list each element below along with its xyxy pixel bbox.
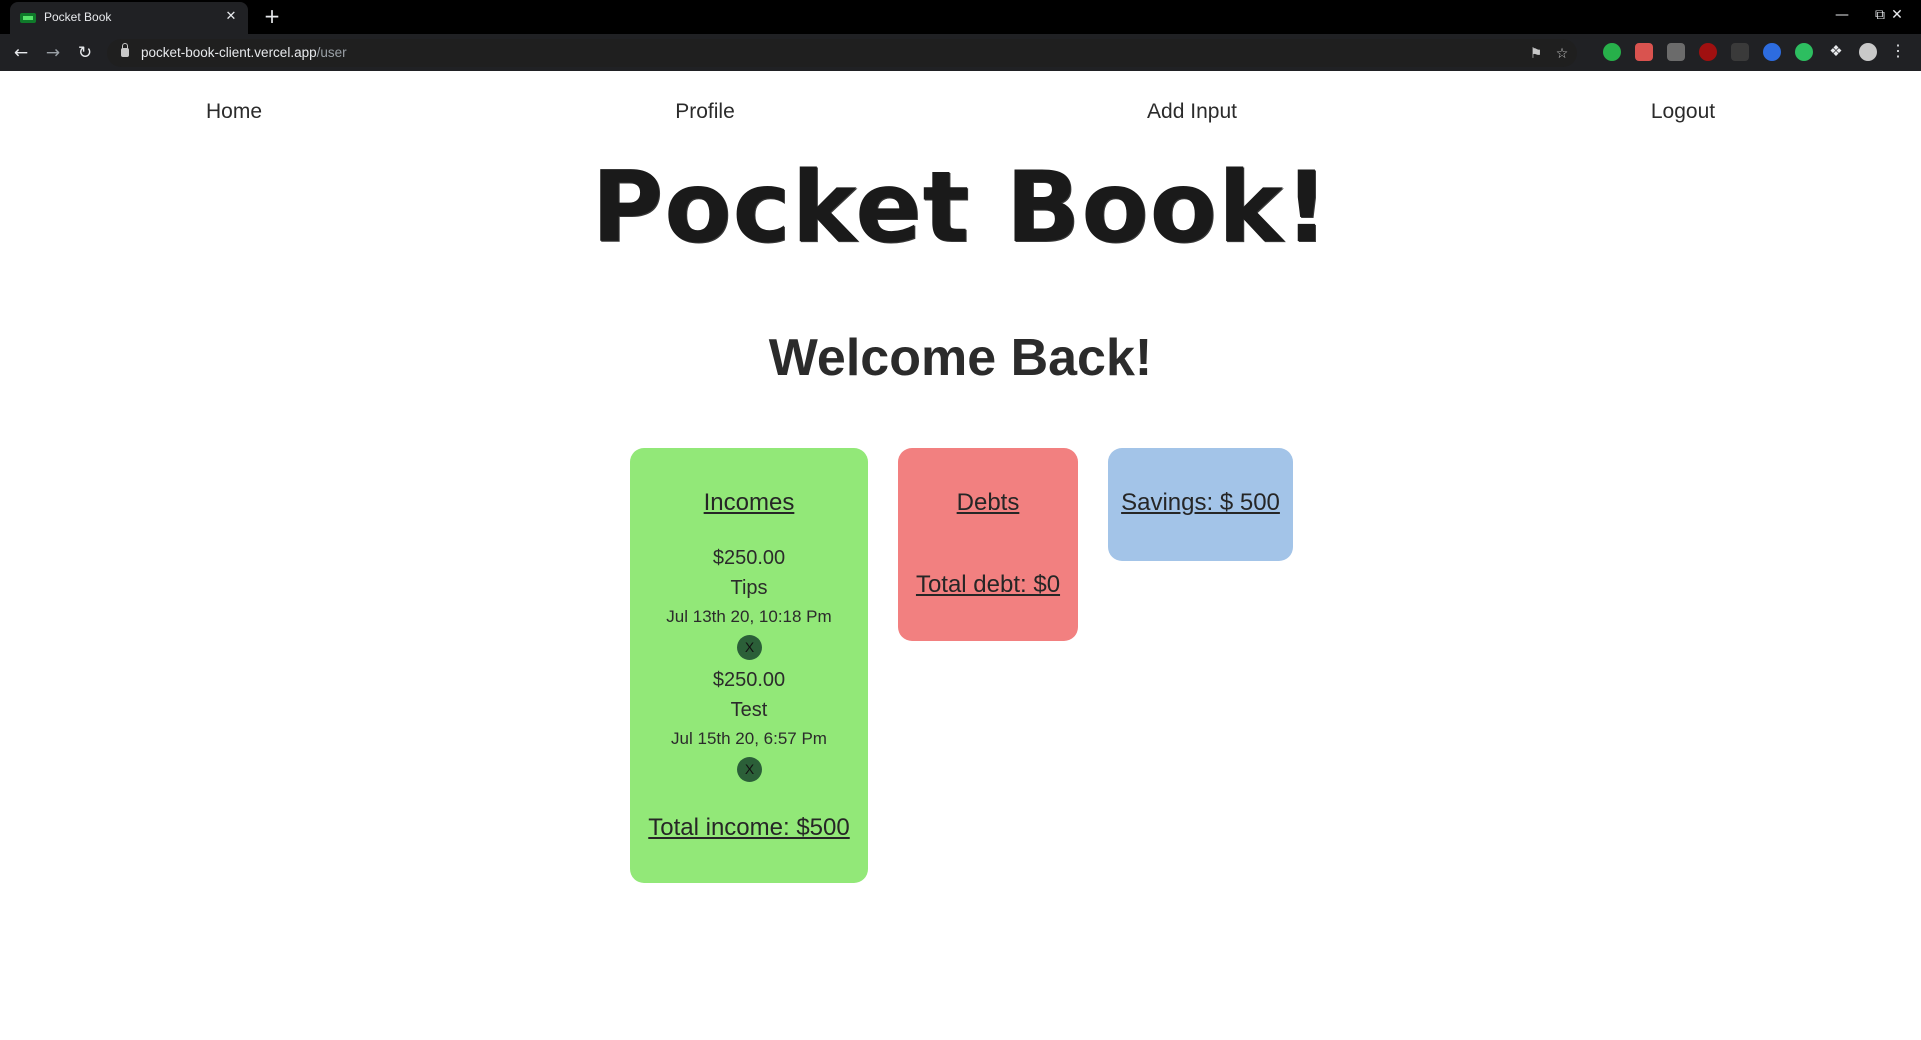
kebab-menu-icon[interactable]: ⋮ — [1889, 43, 1907, 61]
extension-tool-icon[interactable] — [1731, 43, 1749, 61]
star-icon[interactable]: ☆ — [1553, 45, 1571, 63]
brand-title: Pocket Book! — [591, 151, 1330, 265]
debts-card: Debts Total debt: $0 — [898, 448, 1078, 641]
nav-home-link[interactable]: Home — [206, 100, 262, 124]
delete-income-button[interactable]: X — [737, 757, 762, 782]
extension-ublock-icon[interactable] — [1699, 43, 1717, 61]
close-window-icon[interactable]: ✕ — [1877, 3, 1917, 27]
key-icon[interactable]: ⚑ — [1527, 45, 1545, 63]
new-tab-button[interactable]: + — [260, 5, 284, 29]
income-date: Jul 13th 20, 10:18 Pm — [666, 607, 832, 626]
welcome-heading: Welcome Back! — [768, 329, 1153, 387]
extension-green-icon[interactable] — [1603, 43, 1621, 61]
browser-tab-bar: Pocket Book ✕ + — ⧉ ✕ — [0, 0, 1921, 34]
minimize-window-icon[interactable]: — — [1822, 3, 1862, 27]
extension-evernote-icon[interactable] — [1795, 43, 1813, 61]
income-amount: $250.00 — [712, 547, 786, 569]
tab-title: Pocket Book — [44, 10, 112, 24]
extension-mail-icon[interactable] — [1635, 43, 1653, 61]
extension-screen-icon[interactable] — [1667, 43, 1685, 61]
address-bar[interactable]: pocket-book-client.vercel.app/user ⚑ ☆ — [107, 39, 1577, 67]
browser-toolbar: ← → ↻ pocket-book-client.vercel.app/user… — [0, 34, 1921, 71]
debts-heading[interactable]: Debts — [898, 489, 1078, 517]
nav-add-input-link[interactable]: Add Input — [1147, 100, 1237, 124]
savings-card: Savings: $ 500 — [1108, 448, 1293, 561]
site-nav: Home Profile Add Input Logout — [0, 95, 1921, 135]
total-debt: Total debt: $0 — [915, 571, 1061, 598]
nav-profile-link[interactable]: Profile — [675, 100, 735, 124]
url-host: pocket-book-client.vercel.app — [141, 45, 317, 60]
income-amount: $250.00 — [712, 669, 786, 691]
income-source: Test — [730, 699, 768, 721]
site-favicon-icon — [20, 13, 36, 23]
forward-arrow-icon[interactable]: → — [41, 41, 65, 65]
back-arrow-icon[interactable]: ← — [9, 41, 33, 65]
nav-logout-link[interactable]: Logout — [1651, 100, 1715, 124]
lock-icon — [121, 43, 129, 57]
profile-avatar[interactable] — [1859, 43, 1877, 61]
browser-tab[interactable]: Pocket Book ✕ — [10, 2, 248, 34]
total-income: Total income: $500 — [648, 814, 850, 841]
delete-income-button[interactable]: X — [737, 635, 762, 660]
income-source: Tips — [730, 577, 768, 599]
income-date: Jul 15th 20, 6:57 Pm — [671, 729, 827, 748]
tab-close-icon[interactable]: ✕ — [222, 8, 240, 26]
url-path: /user — [316, 45, 347, 60]
reload-icon[interactable]: ↻ — [73, 41, 97, 65]
puzzle-icon[interactable]: ❖ — [1827, 43, 1845, 61]
url-text[interactable]: pocket-book-client.vercel.app/user — [141, 45, 347, 60]
extension-react-icon[interactable] — [1763, 43, 1781, 61]
savings-heading[interactable]: Savings: $ 500 — [1108, 489, 1293, 517]
incomes-heading[interactable]: Incomes — [630, 489, 868, 517]
incomes-card: Incomes $250.00 Tips Jul 13th 20, 10:18 … — [630, 448, 868, 883]
